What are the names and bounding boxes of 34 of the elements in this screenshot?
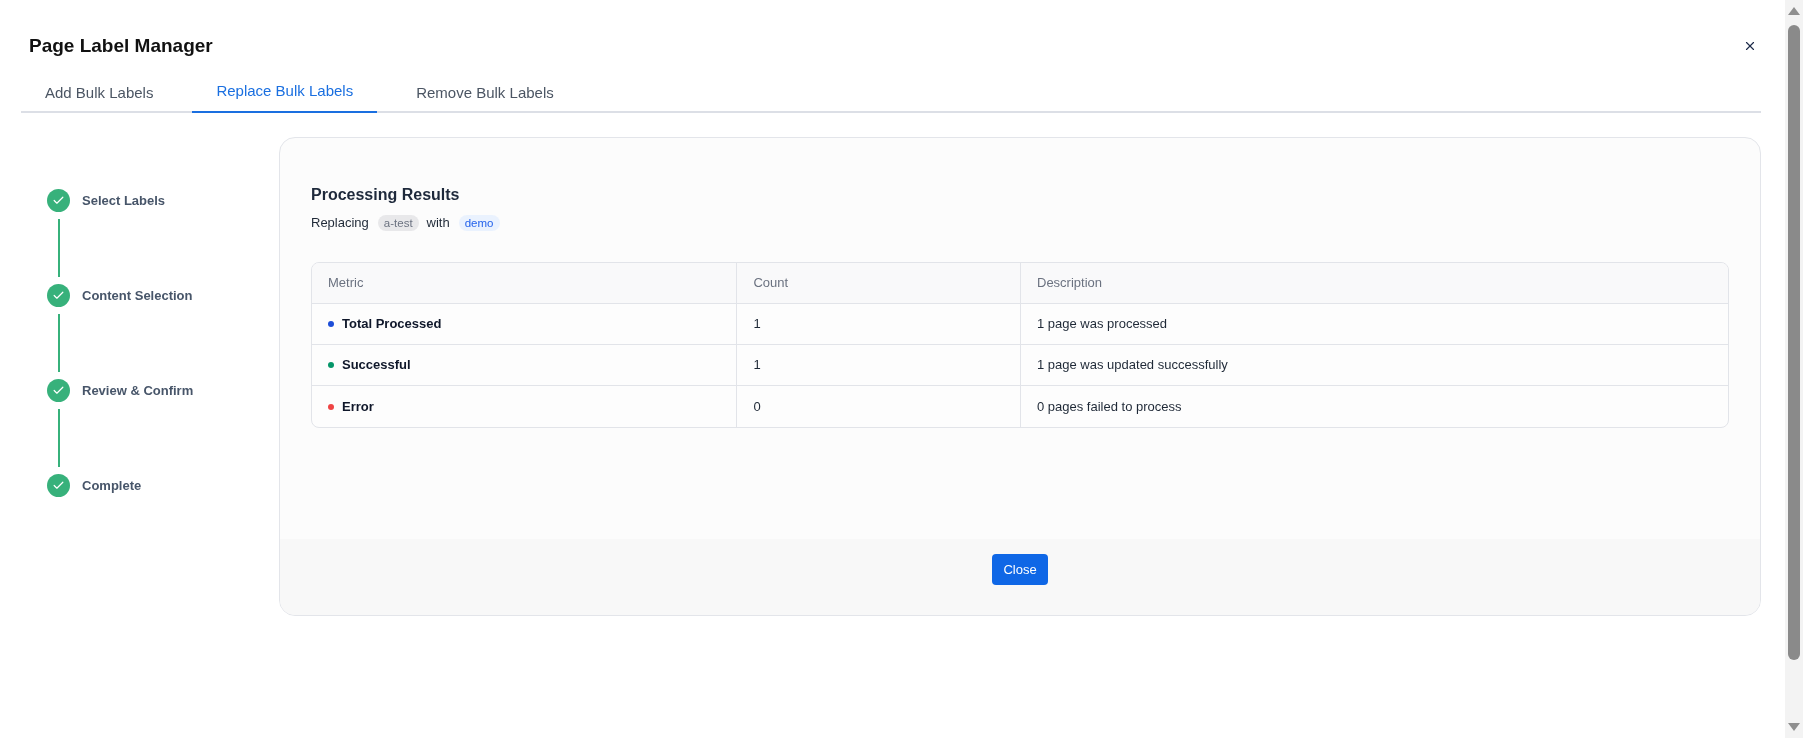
step-connector (57, 219, 60, 277)
step-label: Content Selection (82, 286, 193, 305)
table-header-cell: Count (736, 263, 1020, 303)
metric-label: Total Processed (342, 315, 442, 334)
scroll-up-icon[interactable] (1788, 7, 1800, 15)
summary-text: with (426, 214, 450, 233)
table-header-cell-text: Metric (327, 274, 365, 293)
table-cell: 1 page was processed (1020, 304, 1728, 344)
close-button[interactable]: Close (992, 554, 1048, 585)
table-cell: 1 (736, 304, 1020, 344)
metric-label: Successful (342, 356, 411, 375)
table-cell: 1 page was updated successfully (1020, 345, 1728, 385)
step-label: Review & Confirm (82, 381, 194, 400)
step-connector (57, 314, 60, 372)
table-cell: 0 pages failed to process (1020, 386, 1728, 427)
dialog-title: Page Label Manager (29, 34, 213, 58)
table-cell: 1 (736, 345, 1020, 385)
tab[interactable]: Add Bulk Labels (21, 75, 178, 113)
tab[interactable]: Remove Bulk Labels (392, 75, 578, 113)
close-button[interactable] (1743, 39, 1757, 53)
table-header-cell: Description (1020, 263, 1728, 303)
tab[interactable]: Replace Bulk Labels (192, 75, 378, 113)
results-title: Processing Results (311, 185, 461, 205)
new-label-tag: demo (458, 215, 500, 231)
close-icon (1743, 39, 1757, 53)
metric-label: Error (342, 397, 374, 416)
step-label: Complete (82, 476, 142, 495)
step-connector (57, 409, 60, 467)
table-cell: 0 (736, 386, 1020, 427)
summary-text: Replacing (311, 214, 369, 233)
scrollbar-thumb[interactable] (1788, 25, 1800, 660)
scroll-down-icon[interactable] (1788, 723, 1800, 731)
old-label-tag: a-test (377, 215, 419, 231)
step-label: Select Labels (82, 191, 166, 210)
